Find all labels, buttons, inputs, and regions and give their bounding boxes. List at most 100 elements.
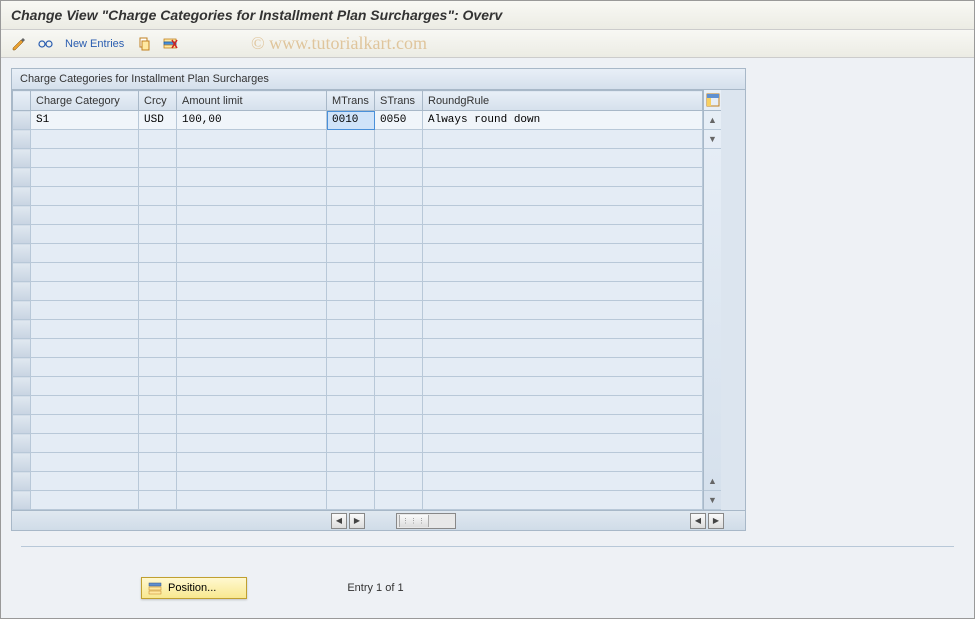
cell-empty[interactable] (31, 320, 139, 339)
row-selector[interactable] (13, 168, 31, 187)
cell-empty[interactable] (327, 149, 375, 168)
col-header-amount-limit[interactable]: Amount limit (177, 91, 327, 111)
cell-empty[interactable] (31, 130, 139, 149)
find-button[interactable] (35, 34, 55, 54)
col-header-charge-category[interactable]: Charge Category (31, 91, 139, 111)
row-selector[interactable] (13, 206, 31, 225)
cell-empty[interactable] (423, 149, 703, 168)
cell-empty[interactable] (327, 130, 375, 149)
cell-empty[interactable] (423, 244, 703, 263)
cell-amount-limit[interactable]: 100,00 (177, 111, 327, 130)
cell-empty[interactable] (177, 320, 327, 339)
cell-empty[interactable] (423, 358, 703, 377)
cell-empty[interactable] (423, 320, 703, 339)
hscroll-thumb[interactable]: ⋮⋮⋮ (399, 515, 429, 527)
cell-empty[interactable] (423, 206, 703, 225)
cell-empty[interactable] (375, 377, 423, 396)
cell-empty[interactable] (31, 187, 139, 206)
cell-empty[interactable] (139, 187, 177, 206)
cell-empty[interactable] (31, 434, 139, 453)
cell-empty[interactable] (177, 187, 327, 206)
cell-empty[interactable] (31, 415, 139, 434)
cell-empty[interactable] (375, 320, 423, 339)
cell-empty[interactable] (177, 396, 327, 415)
cell-empty[interactable] (139, 149, 177, 168)
cell-empty[interactable] (423, 187, 703, 206)
cell-empty[interactable] (375, 149, 423, 168)
cell-empty[interactable] (423, 453, 703, 472)
cell-empty[interactable] (423, 377, 703, 396)
hscroll-right-button[interactable]: ▶ (349, 513, 365, 529)
row-selector[interactable] (13, 130, 31, 149)
cell-empty[interactable] (423, 434, 703, 453)
cell-empty[interactable] (139, 377, 177, 396)
cell-empty[interactable] (139, 453, 177, 472)
cell-empty[interactable] (139, 339, 177, 358)
cell-empty[interactable] (423, 263, 703, 282)
row-selector[interactable] (13, 396, 31, 415)
row-selector[interactable] (13, 415, 31, 434)
row-selector[interactable] (13, 453, 31, 472)
cell-empty[interactable] (177, 339, 327, 358)
hscroll-left-button-2[interactable]: ◀ (690, 513, 706, 529)
cell-empty[interactable] (375, 206, 423, 225)
row-selector[interactable] (13, 320, 31, 339)
col-header-mtrans[interactable]: MTrans (327, 91, 375, 111)
cell-empty[interactable] (139, 320, 177, 339)
cell-empty[interactable] (139, 130, 177, 149)
cell-empty[interactable] (423, 415, 703, 434)
cell-empty[interactable] (327, 206, 375, 225)
cell-empty[interactable] (177, 358, 327, 377)
cell-empty[interactable] (327, 434, 375, 453)
cell-empty[interactable] (375, 358, 423, 377)
cell-empty[interactable] (375, 396, 423, 415)
cell-empty[interactable] (327, 244, 375, 263)
vertical-scrollbar[interactable]: ▲ ▼ ▲ ▼ (703, 90, 721, 510)
cell-empty[interactable] (31, 225, 139, 244)
row-selector[interactable] (13, 282, 31, 301)
cell-empty[interactable] (177, 453, 327, 472)
cell-empty[interactable] (423, 301, 703, 320)
col-header-crcy[interactable]: Crcy (139, 91, 177, 111)
cell-empty[interactable] (177, 168, 327, 187)
cell-empty[interactable] (139, 358, 177, 377)
cell-empty[interactable] (327, 491, 375, 510)
cell-empty[interactable] (375, 168, 423, 187)
cell-empty[interactable] (139, 225, 177, 244)
cell-empty[interactable] (375, 130, 423, 149)
table-settings-button[interactable] (704, 90, 721, 111)
cell-empty[interactable] (177, 130, 327, 149)
cell-charge-category[interactable]: S1 (31, 111, 139, 130)
cell-empty[interactable] (177, 491, 327, 510)
cell-empty[interactable] (31, 377, 139, 396)
cell-empty[interactable] (31, 168, 139, 187)
cell-empty[interactable] (327, 358, 375, 377)
cell-empty[interactable] (327, 377, 375, 396)
cell-empty[interactable] (177, 415, 327, 434)
hscroll-track[interactable]: ⋮⋮⋮ (396, 513, 456, 529)
row-selector[interactable] (13, 339, 31, 358)
hscroll-left-button[interactable]: ◀ (331, 513, 347, 529)
cell-empty[interactable] (31, 301, 139, 320)
cell-empty[interactable] (375, 301, 423, 320)
cell-empty[interactable] (423, 168, 703, 187)
cell-empty[interactable] (31, 263, 139, 282)
row-selector[interactable] (13, 263, 31, 282)
cell-empty[interactable] (31, 282, 139, 301)
row-selector-header[interactable] (13, 91, 31, 111)
cell-empty[interactable] (139, 491, 177, 510)
cell-empty[interactable] (375, 434, 423, 453)
cell-empty[interactable] (139, 168, 177, 187)
cell-empty[interactable] (327, 339, 375, 358)
cell-empty[interactable] (375, 244, 423, 263)
cell-empty[interactable] (31, 472, 139, 491)
col-header-strans[interactable]: STrans (375, 91, 423, 111)
cell-empty[interactable] (375, 263, 423, 282)
cell-empty[interactable] (375, 225, 423, 244)
row-selector[interactable] (13, 244, 31, 263)
new-entries-button[interactable]: New Entries (65, 38, 124, 50)
delete-button[interactable] (160, 34, 180, 54)
scroll-down-bottom-button[interactable]: ▼ (704, 491, 721, 510)
cell-empty[interactable] (31, 339, 139, 358)
cell-empty[interactable] (327, 225, 375, 244)
